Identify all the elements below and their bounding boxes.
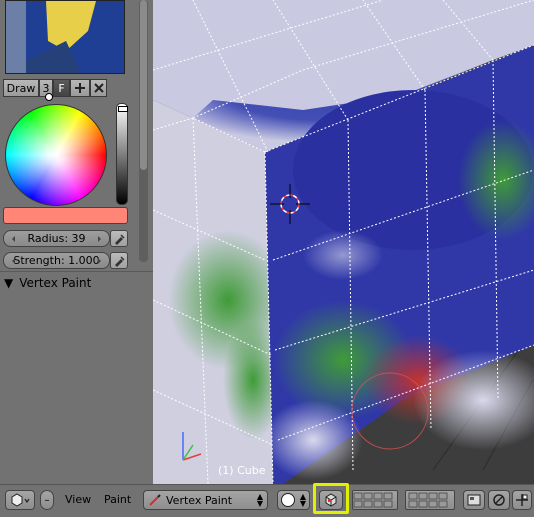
add-brush-button[interactable] [70,79,90,97]
snap-element-button[interactable] [512,490,532,510]
brightness-slider[interactable] [116,103,128,205]
paint-menu[interactable]: Paint [104,493,131,506]
collapse-menus-button[interactable]: – [40,490,54,510]
render-layer-button[interactable] [463,490,485,510]
vertex-paint-panel-header[interactable]: ▼ Vertex Paint [4,276,91,290]
pen-pressure-icon [115,255,125,267]
panel-divider [0,271,153,272]
radius-field[interactable]: Radius: 39 [3,230,110,247]
delete-brush-button[interactable] [90,79,107,97]
scrollbar-thumb[interactable] [140,0,147,170]
up-down-arrows-icon: ▲ ▼ [256,492,263,508]
strength-field[interactable]: Strength: 1.000 [3,252,110,269]
tool-shelf: Draw 3 F Radius: 39 Strength: 1.000 ▼ Ve… [0,0,154,484]
solid-shading-icon [281,493,295,507]
vertex-paint-brush-icon [149,494,161,506]
brush-name-field[interactable]: Draw [3,79,39,97]
brush-color-swatch[interactable] [3,207,128,224]
strength-pressure-button[interactable] [110,252,128,269]
brush-name-label: Draw [6,81,36,95]
object-info-label: (1) Cube [218,464,266,477]
panel-title: Vertex Paint [19,276,92,290]
strength-label: Strength: 1.000 [13,254,100,267]
minus-icon: – [44,494,50,506]
image-icon [467,494,481,506]
viewport-shading-button[interactable]: ▲ ▼ [277,490,310,510]
color-wheel-cursor[interactable] [45,93,53,101]
radius-label: Radius: 39 [27,232,86,245]
layers-grid-icon [353,492,393,508]
highlight-box [313,483,349,514]
fake-user-label: F [58,81,65,95]
editor-type-button[interactable] [5,490,35,510]
up-down-arrows-icon: ▲ ▼ [299,492,306,508]
collapse-triangle-icon: ▼ [4,276,14,290]
view-menu[interactable]: View [65,493,91,506]
viewport-header: – View Paint Vertex Paint ▲ ▼ ▲ ▼ [0,484,534,517]
brush-preview-thumbnail[interactable] [5,0,125,74]
3d-viewport[interactable]: (1) Cube [153,0,534,484]
plus-icon [75,83,85,93]
tool-shelf-scrollbar[interactable] [139,0,148,262]
fake-user-button[interactable]: F [53,79,70,97]
radius-pressure-button[interactable] [110,230,128,247]
layer-buttons-right[interactable] [405,490,455,510]
layers-grid-icon [408,492,448,508]
layer-buttons-left[interactable] [352,490,398,510]
pen-pressure-icon [115,233,125,245]
snap-toggle-button[interactable] [488,490,510,510]
color-wheel[interactable] [5,104,107,206]
magnet-icon [493,494,505,506]
brush-selector-row: Draw 3 F [3,79,128,97]
snap-grid-icon [516,494,528,506]
mode-selector[interactable]: Vertex Paint ▲ ▼ [143,490,268,510]
3d-view-icon [11,493,30,507]
mode-label: Vertex Paint [166,493,233,507]
viewport-scene [153,0,534,484]
x-icon [93,83,104,93]
brightness-handle[interactable] [118,106,128,112]
